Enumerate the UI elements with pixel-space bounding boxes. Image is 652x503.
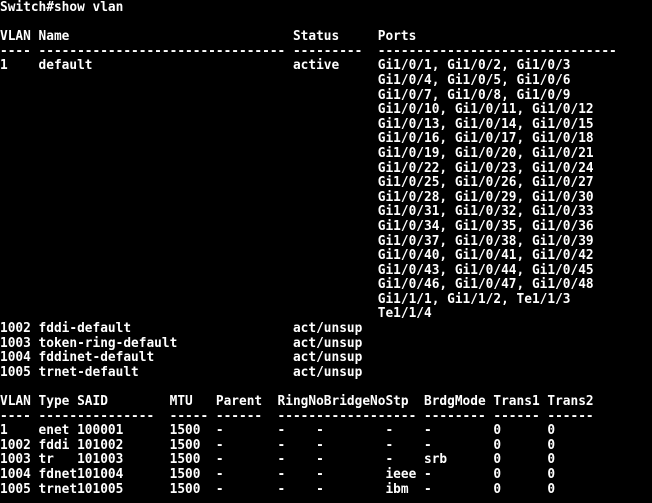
terminal-line: Gi1/0/28, Gi1/0/29, Gi1/0/30 — [0, 189, 594, 205]
terminal-line: Gi1/0/19, Gi1/0/20, Gi1/0/21 — [0, 145, 594, 161]
terminal-line: Switch#show vlan — [0, 0, 124, 15]
terminal-line: 1005 trnet101005 1500 - - - ibm - 0 0 — [0, 481, 556, 497]
terminal-line: Gi1/0/13, Gi1/0/14, Gi1/0/15 — [0, 116, 594, 132]
terminal-line: Gi1/1/1, Gi1/1/2, Te1/1/3 — [0, 291, 571, 307]
terminal-screen-text: Switch#show vlan VLAN Name Status Ports --… — [0, 0, 617, 503]
terminal-line: 1 enet 100001 1500 - - - - - 0 0 — [0, 423, 556, 439]
terminal-line: ---- -------------------------------- --… — [0, 43, 617, 59]
terminal-line: 1005 trnet-default act/unsup — [0, 364, 363, 380]
terminal-line: Gi1/0/43, Gi1/0/44, Gi1/0/45 — [0, 262, 594, 278]
terminal-line: Gi1/0/46, Gi1/0/47, Gi1/0/48 — [0, 277, 594, 293]
terminal-line: 1 default active Gi1/0/1, Gi1/0/2, Gi1/0… — [0, 58, 571, 74]
terminal-line: Gi1/0/25, Gi1/0/26, Gi1/0/27 — [0, 175, 594, 191]
terminal-line: Gi1/0/40, Gi1/0/41, Gi1/0/42 — [0, 248, 594, 264]
terminal-line: 1004 fddinet-default act/unsup — [0, 350, 363, 366]
terminal-line: Gi1/0/7, Gi1/0/8, Gi1/0/9 — [0, 87, 571, 103]
terminal-window[interactable]: Switch#show vlan VLAN Name Status Ports --… — [0, 0, 652, 503]
terminal-line: Gi1/0/16, Gi1/0/17, Gi1/0/18 — [0, 131, 594, 147]
terminal-line: Gi1/0/4, Gi1/0/5, Gi1/0/6 — [0, 72, 571, 88]
terminal-line: Gi1/0/31, Gi1/0/32, Gi1/0/33 — [0, 204, 594, 220]
terminal-line: Gi1/0/34, Gi1/0/35, Gi1/0/36 — [0, 218, 594, 234]
terminal-line: VLAN Name Status Ports — [0, 29, 417, 45]
terminal-line: 1004 fdnet101004 1500 - - - ieee - 0 0 — [0, 467, 556, 482]
terminal-line: 1003 token-ring-default act/unsup — [0, 335, 363, 351]
terminal-line: 1002 fddi-default act/unsup — [0, 321, 363, 337]
terminal-line: 1002 fddi 101002 1500 - - - - - 0 0 — [0, 437, 556, 453]
terminal-line: Te1/1/4 — [0, 306, 432, 322]
terminal-line: Gi1/0/22, Gi1/0/23, Gi1/0/24 — [0, 160, 594, 176]
terminal-line: Gi1/0/37, Gi1/0/38, Gi1/0/39 — [0, 233, 594, 249]
terminal-line: VLAN Type SAID MTU Parent RingNoBridgeNo… — [0, 394, 594, 410]
terminal-line: Gi1/0/10, Gi1/0/11, Gi1/0/12 — [0, 102, 594, 118]
terminal-line: ---- --------------- ----- ------ ------… — [0, 408, 594, 424]
terminal-line: 1003 tr 101003 1500 - - - - srb 0 0 — [0, 452, 556, 468]
